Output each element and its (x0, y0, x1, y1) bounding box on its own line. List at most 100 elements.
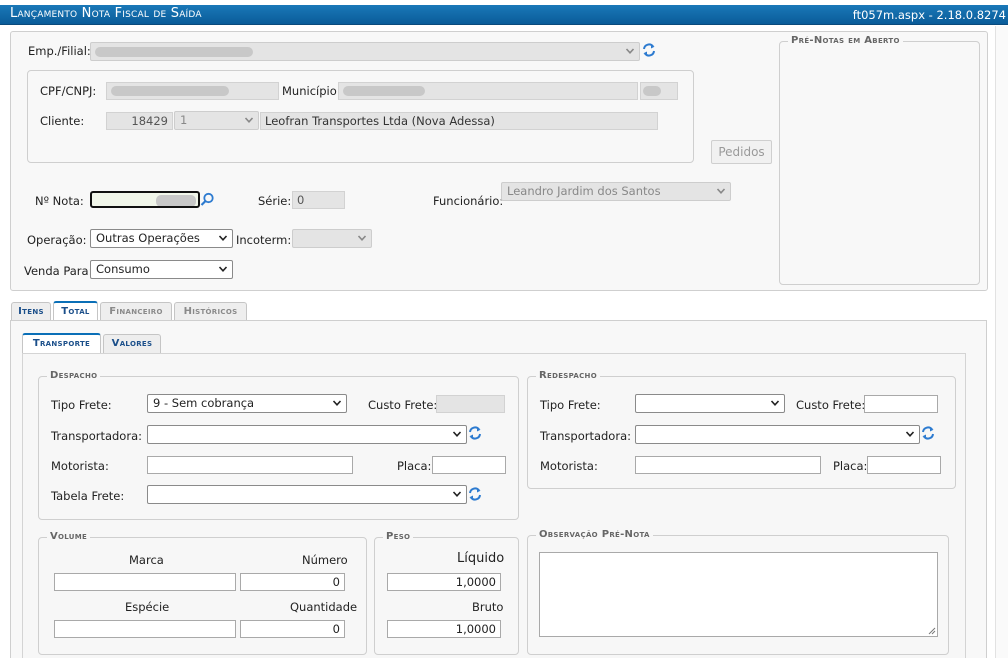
nota-field[interactable] (90, 191, 200, 208)
pre-notas-legend: Pré-Notas em Aberto (788, 35, 903, 46)
refresh-icon[interactable] (641, 42, 657, 58)
observacao-textarea[interactable] (539, 552, 938, 637)
refresh-icon[interactable] (467, 486, 483, 502)
emp-filial-label: Emp./Filial: (28, 44, 91, 58)
especie-label: Espécie (125, 600, 170, 614)
redacted-value (343, 86, 425, 96)
transportadora-label: Transportadora: (51, 429, 142, 443)
version-label: ft057m.aspx - 2.18.0.8274 (852, 8, 1006, 22)
funcionario-value: Leandro Jardim dos Santos (507, 184, 661, 198)
placa-field[interactable] (432, 456, 506, 474)
redespacho-motorista-label: Motorista: (540, 459, 598, 473)
redespacho-tipo-frete-label: Tipo Frete: (540, 398, 601, 412)
redespacho-tipo-frete-select[interactable] (635, 394, 785, 413)
chevron-down-icon (357, 233, 367, 243)
placa-label: Placa: (397, 459, 432, 473)
observacao-legend: Observação Pré-Nota (536, 529, 653, 540)
motorista-field[interactable] (147, 456, 353, 474)
cpf-cnpj-field[interactable] (106, 82, 279, 100)
custo-frete-field[interactable] (436, 395, 505, 413)
redespacho-transportadora-label: Transportadora: (540, 429, 631, 443)
refresh-icon[interactable] (920, 425, 936, 441)
resize-grip-icon[interactable] (928, 627, 936, 635)
cliente-seq-select[interactable]: 1 (174, 111, 259, 130)
bruto-field[interactable]: 1,0000 (387, 620, 501, 638)
municipio-label: Município: (282, 84, 341, 98)
redespacho-transportadora-select[interactable] (635, 425, 920, 444)
window-title: Lançamento Nota Fiscal de Saída (10, 6, 202, 21)
chevron-down-icon (452, 429, 462, 439)
redespacho-custo-frete-label: Custo Frete: (796, 398, 866, 412)
redespacho-legend: Redespacho (536, 370, 600, 381)
cliente-label: Cliente: (40, 114, 85, 128)
tipo-frete-value: 9 - Sem cobrança (153, 396, 255, 410)
cliente-seq-value: 1 (180, 113, 188, 127)
uf-field[interactable] (640, 82, 678, 100)
liquido-field[interactable]: 1,0000 (387, 573, 501, 591)
redespacho-placa-field[interactable] (867, 456, 941, 474)
bruto-label: Bruto (472, 600, 504, 614)
tabela-frete-select[interactable] (147, 485, 467, 504)
redacted-value (111, 86, 229, 96)
funcionario-label: Funcionário: (433, 194, 504, 208)
chevron-down-icon (905, 429, 915, 439)
liquido-label: Líquido (457, 551, 505, 566)
chevron-down-icon (332, 398, 342, 408)
subtab-valores[interactable]: Valores (103, 334, 161, 353)
marca-field[interactable] (54, 573, 236, 591)
transportadora-select[interactable] (147, 425, 467, 444)
chevron-down-icon (244, 115, 254, 125)
chevron-down-icon (218, 233, 228, 243)
scrollbar[interactable] (995, 26, 1008, 658)
search-icon[interactable] (200, 192, 215, 207)
redespacho-custo-frete-field[interactable] (864, 395, 938, 413)
chevron-down-icon (770, 398, 780, 408)
tabela-frete-label: Tabela Frete: (51, 489, 125, 503)
especie-field[interactable] (54, 620, 236, 638)
incoterm-label: Incoterm: (236, 233, 292, 247)
despacho-legend: Despacho (47, 370, 101, 381)
refresh-icon[interactable] (467, 425, 483, 441)
tab-itens[interactable]: Itens (11, 302, 51, 321)
pedidos-button[interactable]: Pedidos (711, 140, 772, 164)
chevron-down-icon (452, 489, 462, 499)
motorista-label: Motorista: (51, 459, 109, 473)
tipo-frete-select[interactable]: 9 - Sem cobrança (147, 394, 347, 413)
subtab-transporte[interactable]: Transporte (22, 333, 101, 353)
chevron-down-icon (625, 46, 635, 56)
funcionario-select[interactable]: Leandro Jardim dos Santos (501, 182, 731, 201)
chevron-down-icon (716, 186, 726, 196)
peso-legend: Peso (383, 531, 414, 542)
cpf-cnpj-label: CPF/CNPJ: (40, 84, 97, 98)
nota-label: Nº Nota: (35, 194, 84, 208)
serie-label: Série: (258, 194, 292, 208)
cliente-codigo-field[interactable]: 18429 (106, 112, 173, 130)
numero-field[interactable]: 0 (240, 573, 345, 591)
title-bar: Lançamento Nota Fiscal de Saída ft057m.a… (0, 5, 1008, 25)
tab-historicos[interactable]: Históricos (174, 302, 247, 321)
incoterm-select[interactable] (292, 229, 372, 248)
redacted-value (95, 47, 253, 57)
municipio-field[interactable] (338, 82, 638, 100)
redespacho-placa-label: Placa: (833, 459, 868, 473)
redacted-value (156, 195, 196, 206)
numero-label: Número (302, 553, 348, 567)
pre-notas-fieldset: Pré-Notas em Aberto (779, 35, 980, 285)
custo-frete-label: Custo Frete: (368, 398, 438, 412)
tab-total[interactable]: Total (53, 301, 98, 321)
marca-label: Marca (129, 553, 164, 567)
venda-para-select[interactable]: Consumo (90, 260, 233, 279)
cliente-nome-field[interactable]: Leofran Transportes Ltda (Nova Adessa) (260, 112, 658, 130)
tab-financeiro[interactable]: Financeiro (100, 302, 172, 321)
redacted-value (643, 86, 661, 96)
operacao-label: Operação: (27, 233, 87, 247)
operacao-value: Outras Operações (96, 231, 200, 245)
operacao-select[interactable]: Outras Operações (90, 229, 233, 248)
serie-field[interactable]: 0 (292, 191, 345, 209)
quantidade-label: Quantidade (290, 600, 358, 614)
redespacho-motorista-field[interactable] (635, 456, 821, 474)
emp-filial-select[interactable] (90, 42, 640, 61)
volume-legend: Volume (47, 531, 91, 542)
chevron-down-icon (218, 264, 228, 274)
quantidade-field[interactable]: 0 (240, 620, 345, 638)
